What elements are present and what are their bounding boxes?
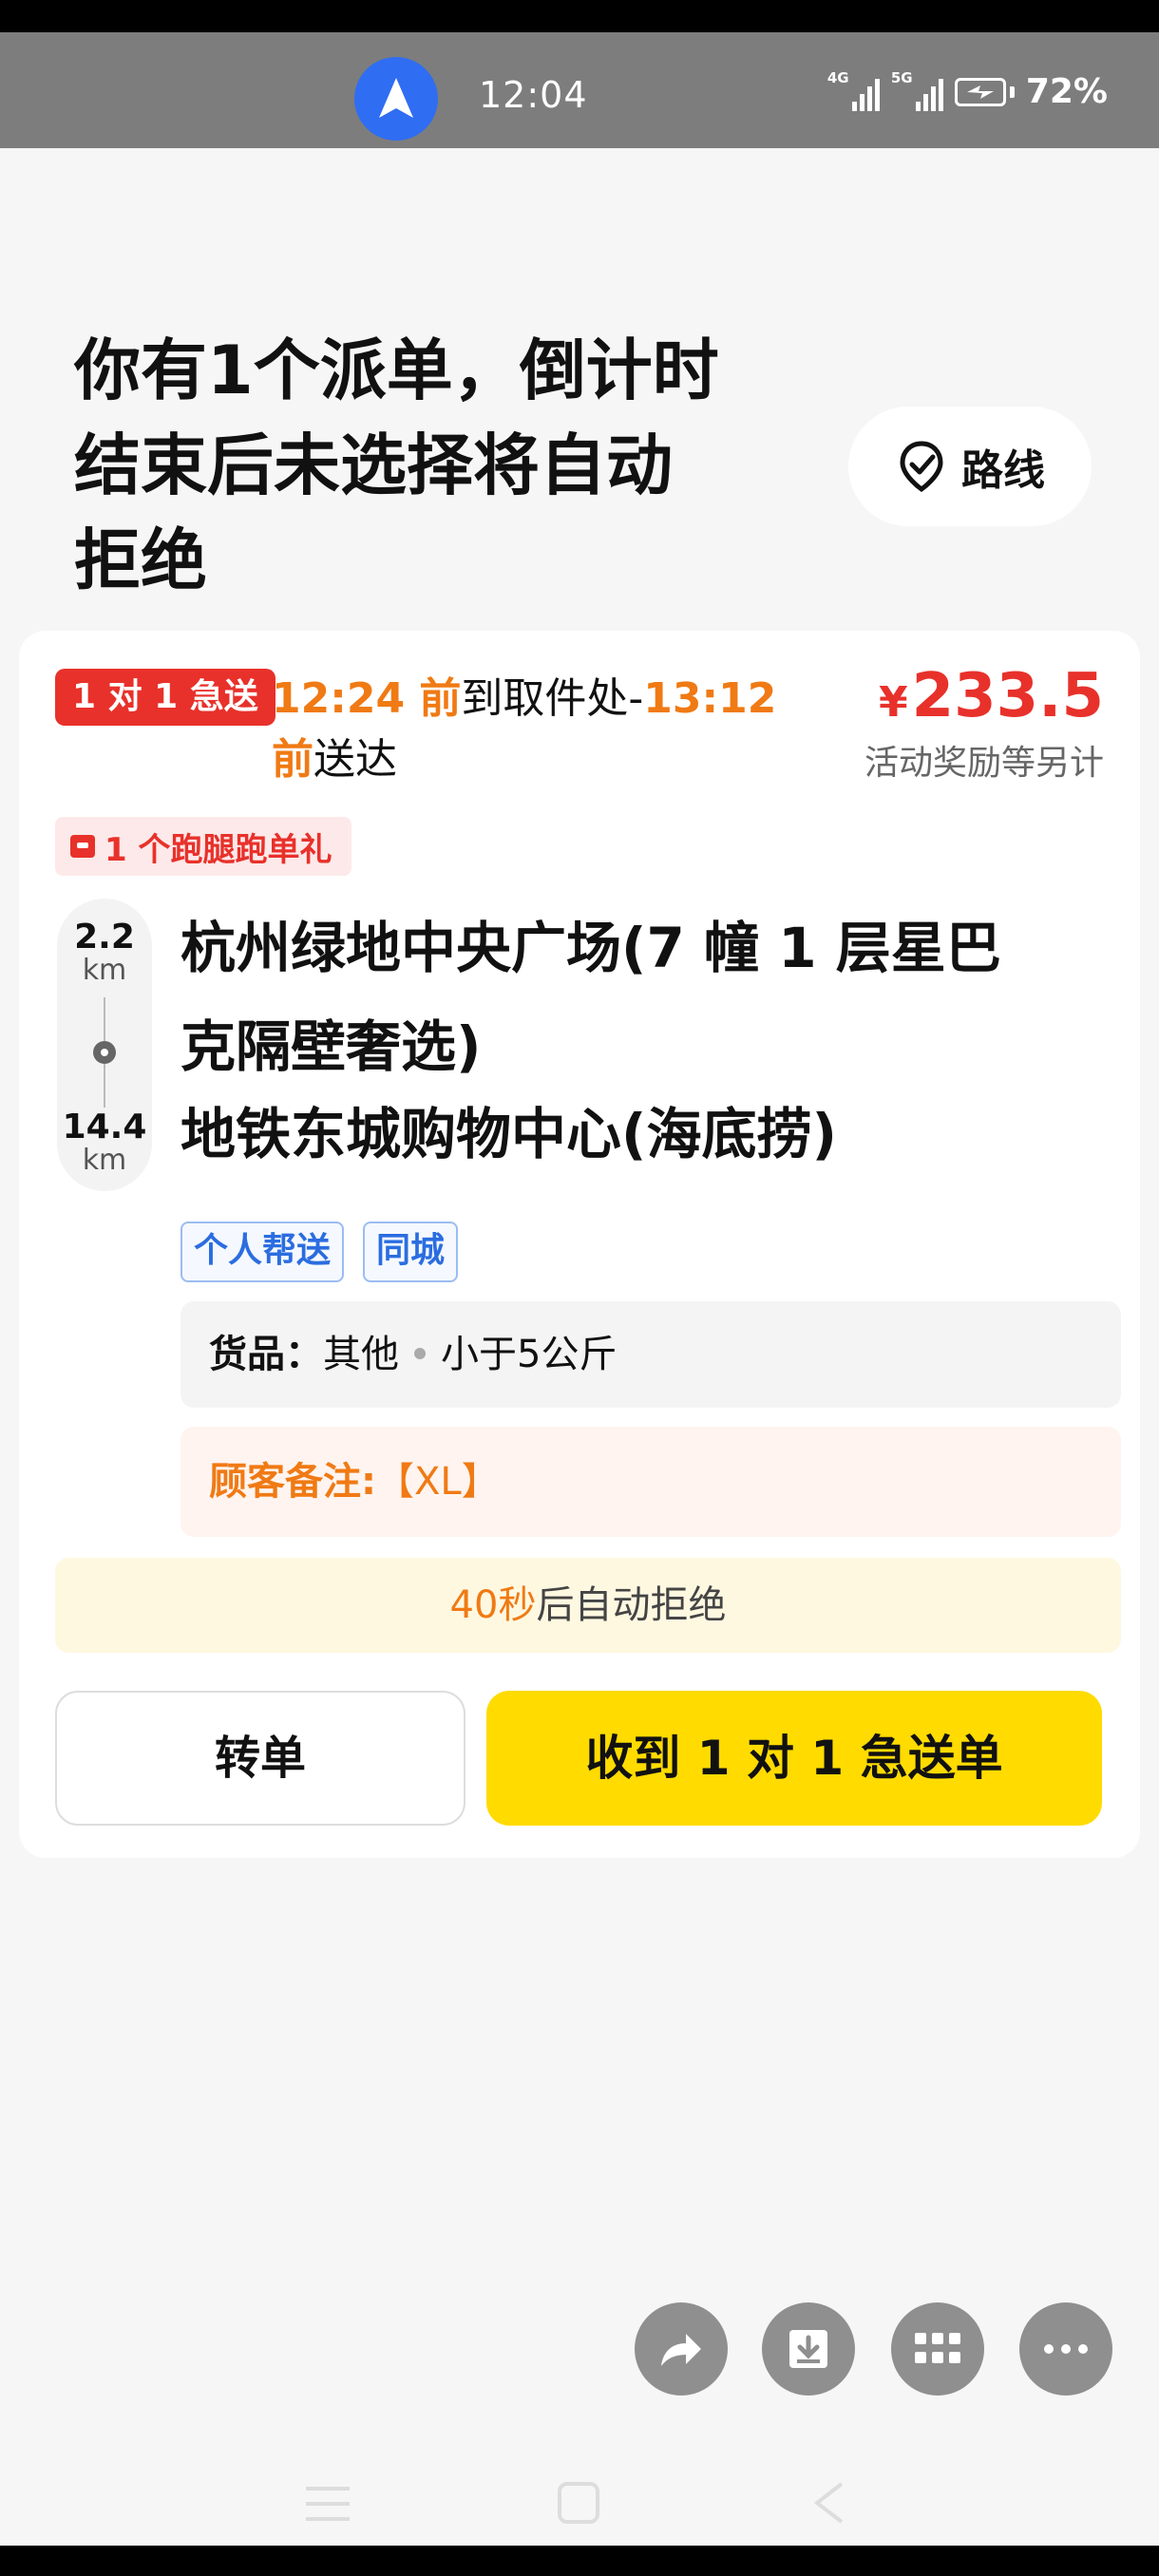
location-pin-icon (93, 1041, 116, 1064)
time-window: 12:24 前到取件处-13:12 前送达 (272, 674, 777, 784)
gift-icon (70, 835, 95, 858)
customer-remark: 顾客备注:【XL】 (180, 1427, 1121, 1537)
route-label: 路线 (961, 446, 1045, 495)
menu-icon[interactable] (304, 2485, 352, 2523)
more-icon[interactable] (1019, 2302, 1112, 2396)
back-icon[interactable] (813, 2481, 846, 2525)
share-icon[interactable] (635, 2302, 728, 2396)
order-price: ¥233.5 (878, 661, 1104, 731)
battery-icon (954, 77, 1015, 106)
signal-4g-icon: 4G (827, 69, 880, 111)
page-title: 你有1个派单，倒计时 结束后未选择将自动 拒绝 (74, 331, 719, 599)
route-pin-icon (900, 441, 943, 493)
system-nav-bar (0, 2460, 1159, 2576)
status-bar: 12:04 4G 5G 72% (0, 32, 1159, 148)
urgent-tag: 1 对 1 急送 (55, 669, 276, 726)
top-edge (0, 0, 1159, 32)
navigation-arrow-icon[interactable] (354, 57, 438, 141)
gift-badge: 1 个跑腿跑单礼 (55, 817, 352, 876)
route-button[interactable]: 路线 (848, 407, 1092, 526)
signal-5g-icon: 5G (891, 69, 943, 111)
pickup-distance: 2.2 km (74, 918, 135, 987)
countdown-banner: 40秒后自动拒绝 (55, 1558, 1121, 1653)
pickup-address: 杭州绿地中央广场(7 幢 1 层星巴 克隔壁奢选) (180, 916, 1001, 1079)
status-time: 12:04 (479, 74, 588, 116)
download-icon[interactable] (762, 2302, 855, 2396)
order-card: 1 对 1 急送 12:24 前到取件处-13:12 前送达 ¥233.5 活动… (19, 631, 1140, 1858)
transfer-button[interactable]: 转单 (55, 1691, 466, 1826)
home-icon[interactable] (557, 2481, 600, 2525)
chip-same-city: 同城 (363, 1222, 459, 1282)
delivery-distance: 14.4 km (62, 1108, 147, 1177)
order-tags: 个人帮送 同城 (180, 1222, 459, 1282)
delivery-address: 地铁东城购物中心(海底捞) (180, 1102, 838, 1166)
goods-info: 货品：其他 小于5公斤 (180, 1301, 1121, 1408)
price-note: 活动奖励等另计 (864, 744, 1104, 783)
battery-percent: 72% (1025, 72, 1108, 111)
distance-column: 2.2 km 14.4 km (57, 899, 152, 1191)
accept-order-button[interactable]: 收到 1 对 1 急送单 (486, 1691, 1102, 1826)
apps-grid-icon[interactable] (891, 2302, 984, 2396)
chip-personal-delivery: 个人帮送 (180, 1222, 345, 1282)
